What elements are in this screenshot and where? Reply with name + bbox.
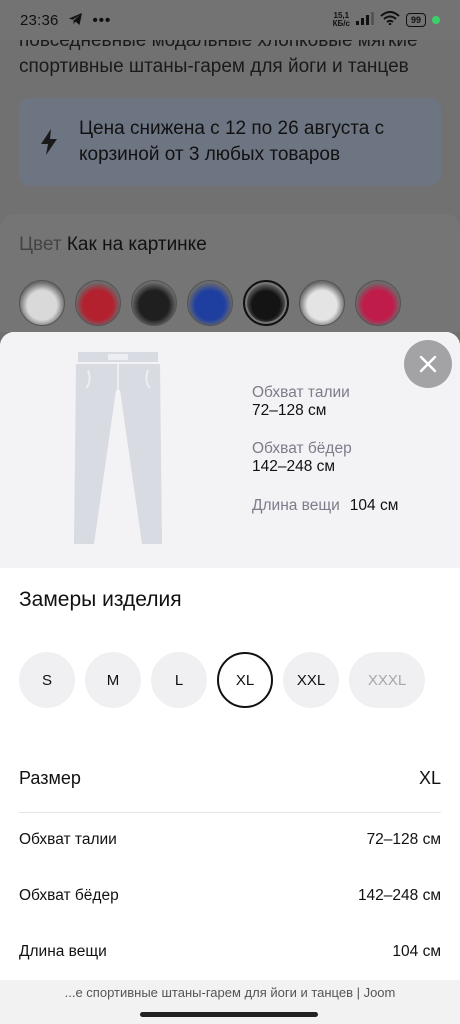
net-speed: 15,1 КБ/с: [332, 11, 350, 28]
size-option-xxxl: XXXL: [349, 652, 425, 708]
pants-illustration-icon: [74, 352, 162, 544]
size-option-s[interactable]: S: [19, 652, 75, 708]
status-time: 23:36: [20, 11, 59, 29]
size-label: Размер: [19, 768, 81, 788]
status-bar: 23:36 ••• 15,1 КБ/с 99: [0, 0, 460, 40]
measurements-hero: Обхват талии 72–128 см Обхват бёдер 142–…: [0, 332, 460, 568]
size-option-l[interactable]: L: [151, 652, 207, 708]
table-row: Обхват талии 72–128 см: [19, 831, 441, 848]
size-option-xl[interactable]: XL: [217, 652, 273, 708]
product-title: повседневные модальные хлопковые мягкие …: [19, 40, 418, 77]
hero-waist: Обхват талии 72–128 см: [252, 384, 350, 419]
product-page-background: повседневные модальные хлопковые мягкие …: [0, 40, 460, 332]
wifi-icon: [380, 11, 400, 29]
lightning-icon: [19, 129, 79, 155]
hero-hips: Обхват бёдер 142–248 см: [252, 440, 352, 475]
home-indicator[interactable]: [140, 1012, 318, 1017]
size-value: XL: [418, 768, 441, 788]
promo-banner: Цена снижена с 12 по 26 августа с корзин…: [19, 98, 441, 186]
color-section: Цвет Как на картинке: [0, 214, 460, 332]
divider: [19, 812, 441, 813]
page-title-footer[interactable]: ...е спортивные штаны-гарем для йоги и т…: [0, 985, 460, 1000]
size-row-header: Размер XL: [19, 768, 441, 789]
color-label: Цвет Как на картинке: [19, 234, 207, 255]
color-swatch[interactable]: [19, 280, 65, 326]
hero-length: Длина вещи 104 см: [252, 497, 399, 514]
table-row: Длина вещи 104 см: [19, 943, 441, 960]
measurements-sheet: Обхват талии 72–128 см Обхват бёдер 142–…: [0, 332, 460, 1024]
sheet-title: Замеры изделия: [19, 588, 182, 611]
color-swatch[interactable]: [355, 280, 401, 326]
close-button[interactable]: [404, 340, 452, 388]
privacy-indicator-dot: [432, 16, 440, 24]
telegram-icon: [68, 12, 83, 29]
color-swatch[interactable]: [243, 280, 289, 326]
color-swatch[interactable]: [187, 280, 233, 326]
battery-icon: 99: [405, 13, 426, 27]
promo-text: Цена снижена с 12 по 26 августа с корзин…: [79, 118, 385, 165]
color-swatch[interactable]: [131, 280, 177, 326]
size-option-m[interactable]: M: [85, 652, 141, 708]
more-icon: •••: [92, 11, 112, 29]
size-option-xxl[interactable]: XXL: [283, 652, 339, 708]
size-selector: S M L XL XXL XXXL: [19, 652, 425, 708]
table-row: Обхват бёдер 142–248 см: [19, 887, 441, 904]
close-icon: [419, 355, 437, 373]
color-swatch[interactable]: [299, 280, 345, 326]
color-swatch[interactable]: [75, 280, 121, 326]
browser-footer: ...е спортивные штаны-гарем для йоги и т…: [0, 980, 460, 1024]
signal-icon: [355, 11, 374, 29]
